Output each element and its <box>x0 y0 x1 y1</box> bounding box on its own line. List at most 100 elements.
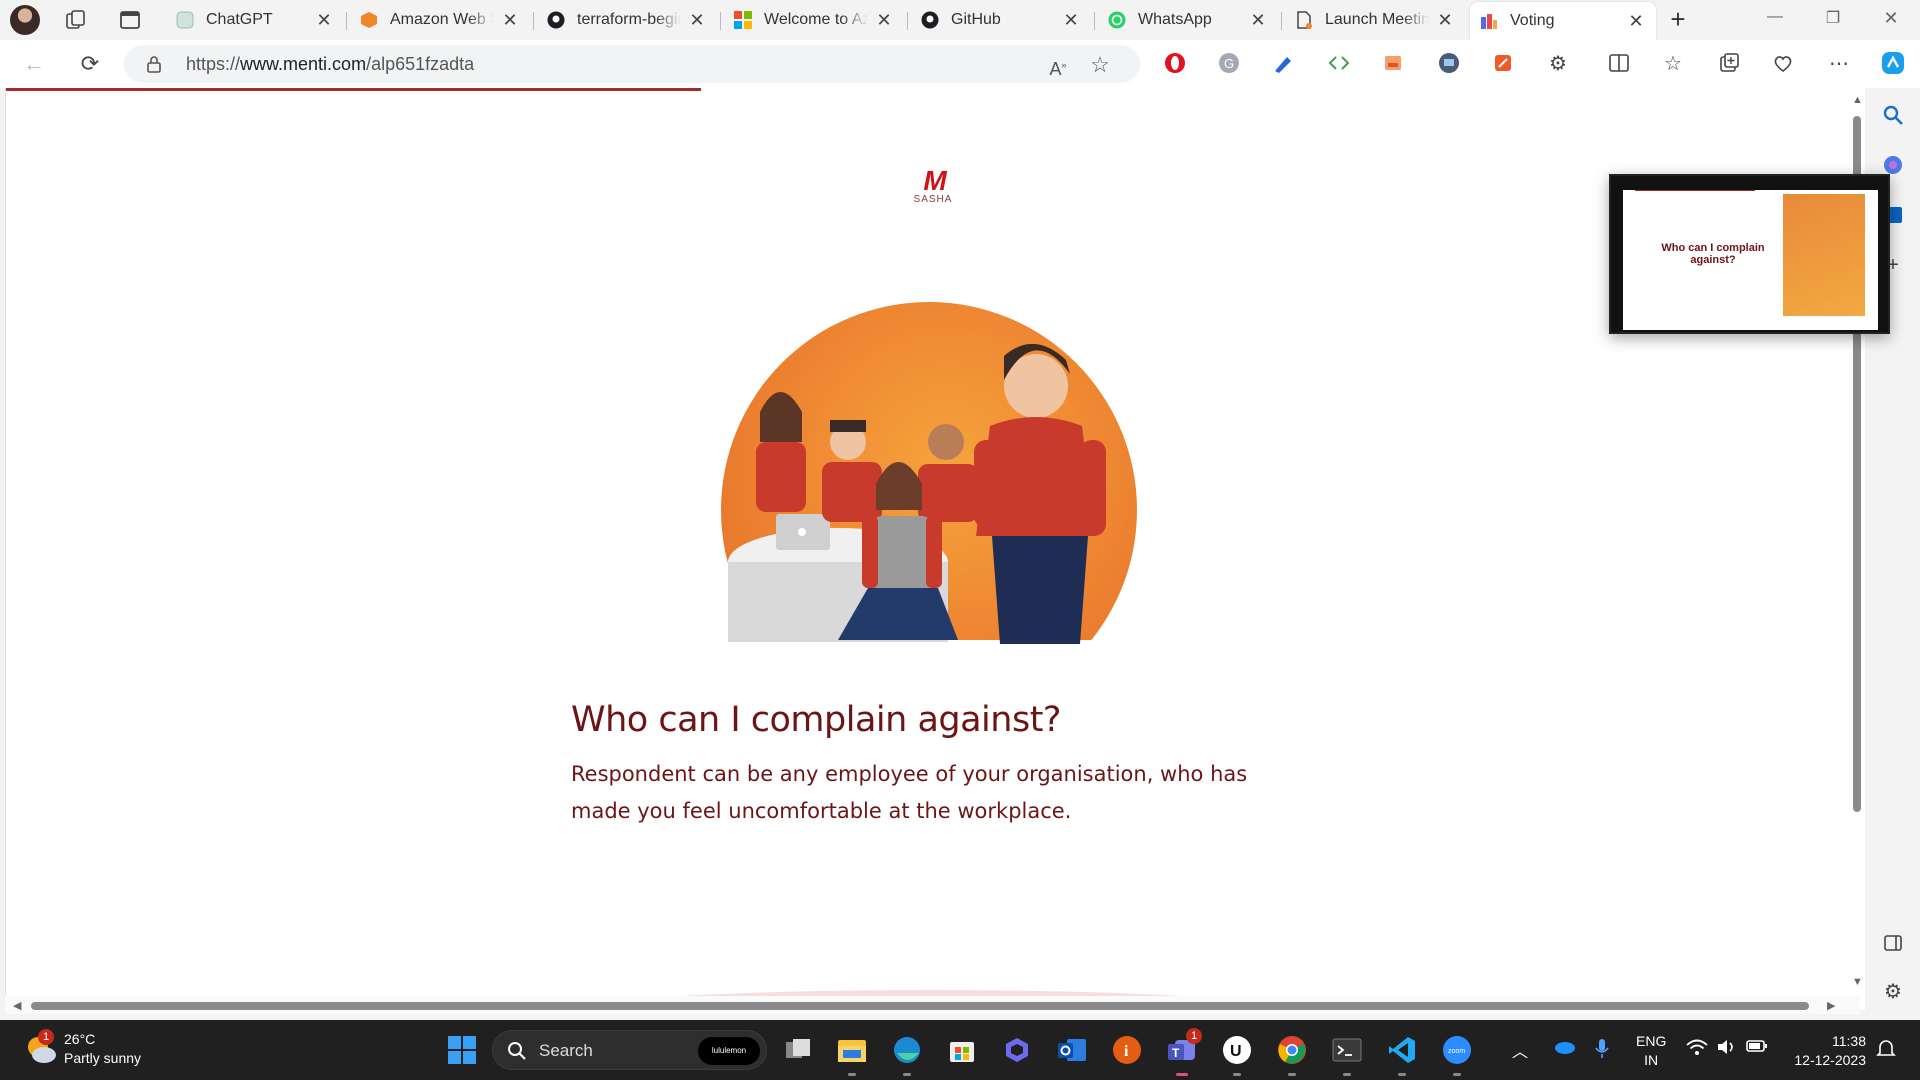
video-preview-window[interactable]: Who can I complain against? <box>1609 174 1890 334</box>
tab-terraform[interactable]: terraform-begin ✕ <box>537 4 717 36</box>
edge-taskbar-icon[interactable] <box>889 1032 925 1076</box>
sidebar-toggle-icon[interactable] <box>1880 930 1906 956</box>
tab-title: terraform-begin <box>577 11 681 28</box>
favorites-icon[interactable]: ☆ <box>1660 50 1686 76</box>
refresh-icon[interactable]: ⟳ <box>76 50 104 78</box>
close-icon[interactable]: ✕ <box>1061 10 1081 31</box>
u-app-icon[interactable]: U <box>1219 1032 1255 1076</box>
weather-widget[interactable]: 1 26°C Partly sunny <box>22 1029 142 1068</box>
windows-start-icon[interactable] <box>444 1032 480 1068</box>
svg-text:zoom: zoom <box>1448 1048 1465 1055</box>
workspaces-icon[interactable] <box>64 8 88 32</box>
window-close-icon[interactable]: ✕ <box>1878 8 1904 32</box>
tab-azure[interactable]: Welcome to Azu ✕ <box>724 4 904 36</box>
svg-text:U: U <box>1230 1043 1242 1060</box>
weather-description: Partly sunny <box>64 1050 142 1066</box>
tab-launch-meeting[interactable]: Launch Meeting ✕ <box>1285 4 1465 36</box>
language-indicator[interactable]: ENG IN <box>1636 1032 1666 1070</box>
tab-voting[interactable]: Voting ✕ <box>1470 2 1656 40</box>
scroll-up-icon[interactable]: ▲ <box>1852 94 1863 106</box>
lock-icon <box>146 55 162 78</box>
extensions-puzzle-icon[interactable]: ⚙ <box>1545 50 1571 76</box>
store-icon[interactable] <box>944 1032 980 1068</box>
horizontal-scrollbar[interactable]: ◀ ▶ <box>5 996 1860 1014</box>
close-icon[interactable]: ✕ <box>1248 10 1268 31</box>
vertical-tabs-icon[interactable] <box>118 8 142 32</box>
close-icon[interactable]: ✕ <box>874 10 894 31</box>
preview-illustration <box>1783 194 1865 316</box>
logo-subtitle: SASHA <box>913 194 953 205</box>
show-hidden-icons-chevron[interactable]: ︿ <box>1512 1038 1528 1062</box>
github-icon <box>547 11 565 29</box>
zoom-icon[interactable]: zoom <box>1439 1032 1475 1076</box>
favorite-star-icon[interactable]: ☆ <box>1088 53 1112 77</box>
close-icon[interactable]: ✕ <box>500 10 520 31</box>
tab-chatgpt[interactable]: ChatGPT ✕ <box>166 4 344 36</box>
question-description: Respondent can be any employee of your o… <box>571 762 1248 823</box>
minimize-icon[interactable]: — <box>1762 8 1788 32</box>
terminal-icon[interactable] <box>1329 1032 1365 1076</box>
navigation-bar: ← ⟳ https://www.menti.com/alp651fzadta A… <box>0 40 1920 88</box>
screen-extension-icon[interactable] <box>1436 50 1462 76</box>
volume-icon[interactable] <box>1716 1038 1738 1061</box>
red-extension-icon[interactable] <box>1490 50 1516 76</box>
close-icon[interactable]: ✕ <box>1626 11 1646 32</box>
search-highlight-pill[interactable]: lululemon <box>698 1037 760 1065</box>
tab-aws[interactable]: Amazon Web Se ✕ <box>350 4 530 36</box>
split-screen-icon[interactable] <box>1606 50 1632 76</box>
read-aloud-icon[interactable]: A» <box>1046 53 1070 79</box>
microphone-icon[interactable] <box>1594 1038 1610 1065</box>
system-clock[interactable]: 11:38 12-12-2023 <box>1786 1032 1866 1070</box>
grammarly-extension-icon[interactable]: G <box>1216 50 1242 76</box>
battery-icon[interactable] <box>1746 1038 1768 1059</box>
scroll-left-icon[interactable]: ◀ <box>13 999 21 1012</box>
settings-gear-icon[interactable]: ⚙ <box>1880 978 1906 1004</box>
scroll-down-icon[interactable]: ▼ <box>1852 976 1863 988</box>
taskbar-search[interactable]: Search lululemon <box>492 1030 767 1070</box>
preview-screen: Who can I complain against? <box>1623 190 1878 330</box>
close-icon[interactable]: ✕ <box>687 10 707 31</box>
info-app-icon[interactable]: i <box>1109 1032 1145 1068</box>
teams-badge: 1 <box>1186 1028 1202 1044</box>
browser-essentials-icon[interactable] <box>1770 50 1796 76</box>
search-icon <box>508 1042 526 1060</box>
code-extension-icon[interactable] <box>1326 50 1352 76</box>
horizontal-scroll-thumb[interactable] <box>31 1002 1809 1010</box>
orange-extension-icon[interactable] <box>1380 50 1406 76</box>
more-options-icon[interactable]: ⋯ <box>1826 50 1852 76</box>
close-icon[interactable]: ✕ <box>314 10 334 31</box>
mentimeter-icon <box>1480 12 1498 30</box>
file-explorer-icon[interactable] <box>834 1032 870 1076</box>
pen-extension-icon[interactable] <box>1270 50 1296 76</box>
profile-avatar[interactable] <box>10 5 40 35</box>
url-text[interactable]: https://www.menti.com/alp651fzadta <box>186 54 474 75</box>
copilot-taskbar-icon[interactable] <box>999 1032 1035 1068</box>
close-icon[interactable]: ✕ <box>1435 10 1455 31</box>
tab-title: GitHub <box>951 11 1001 28</box>
preview-question-title: Who can I complain against? <box>1661 242 1765 266</box>
wifi-icon[interactable] <box>1686 1038 1708 1061</box>
teams-icon[interactable]: T1 <box>1164 1028 1202 1076</box>
outlook-icon[interactable] <box>1054 1032 1090 1068</box>
search-icon[interactable] <box>1880 102 1906 128</box>
chrome-icon[interactable] <box>1274 1032 1310 1076</box>
question-title: Who can I complain against? <box>571 700 1062 740</box>
notification-bell-icon[interactable] <box>1876 1038 1896 1063</box>
vscode-icon[interactable] <box>1384 1032 1420 1076</box>
tab-strip: ChatGPT ✕ Amazon Web Se ✕ terraform-begi… <box>0 0 1920 40</box>
tab-github[interactable]: GitHub ✕ <box>911 4 1091 36</box>
onedrive-icon[interactable] <box>1552 1038 1576 1059</box>
task-view-icon[interactable] <box>780 1032 816 1068</box>
tab-title: Launch Meeting <box>1325 11 1429 28</box>
region-code: IN <box>1644 1052 1659 1068</box>
new-tab-button[interactable]: + <box>1664 6 1692 34</box>
address-bar[interactable]: https://www.menti.com/alp651fzadta A» ☆ <box>124 45 1140 83</box>
collections-icon[interactable] <box>1716 50 1742 76</box>
tab-whatsapp[interactable]: WhatsApp ✕ <box>1098 4 1278 36</box>
restore-icon[interactable]: ❐ <box>1820 8 1846 32</box>
hero-illustration <box>718 300 1138 718</box>
opera-extension-icon[interactable] <box>1162 50 1188 76</box>
copilot-icon[interactable] <box>1880 50 1906 76</box>
back-arrow-icon[interactable]: ← <box>20 50 48 78</box>
scroll-right-icon[interactable]: ▶ <box>1827 999 1835 1012</box>
